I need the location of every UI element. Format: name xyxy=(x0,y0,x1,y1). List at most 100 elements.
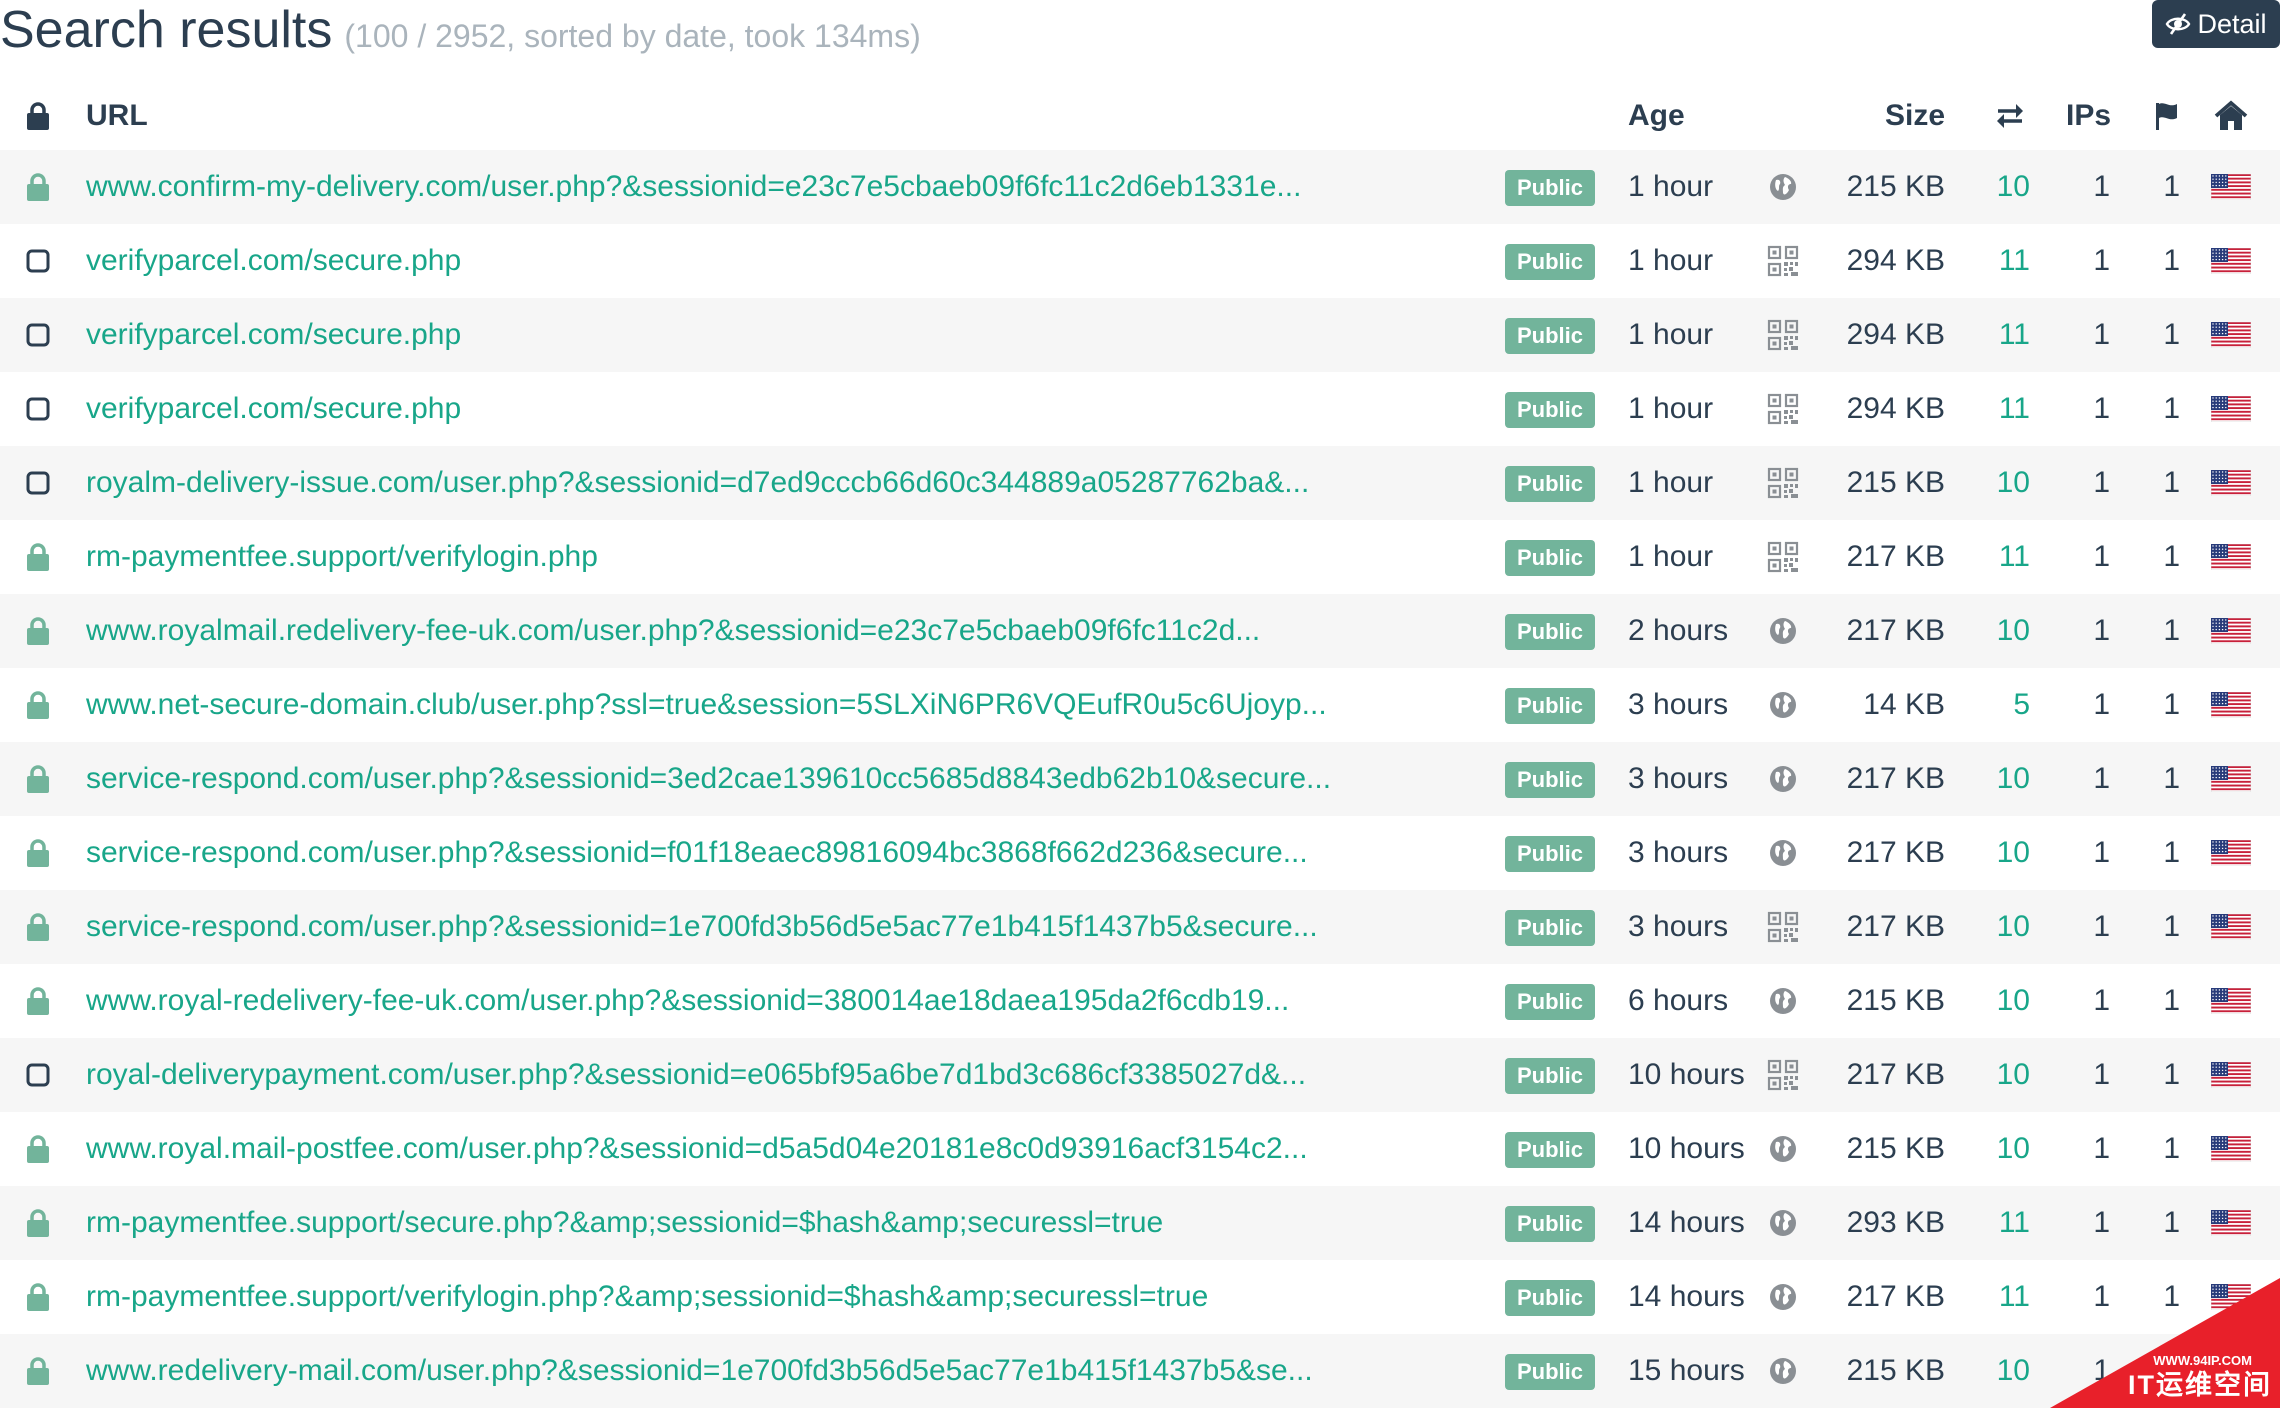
requests-link[interactable]: 10 xyxy=(1960,964,2030,1038)
detail-button[interactable]: Detail xyxy=(2152,0,2280,48)
globe-icon xyxy=(1762,964,1804,1038)
col-url[interactable]: URL xyxy=(86,88,148,144)
age-value: 15 hours xyxy=(1628,1354,1745,1387)
age-value: 14 hours xyxy=(1628,1280,1745,1313)
requests-link[interactable]: 11 xyxy=(1960,224,2030,298)
table-row[interactable]: royalm-delivery-issue.com/user.php?&sess… xyxy=(0,446,2280,520)
table-row[interactable]: verifyparcel.com/secure.php Public 1 hour 2… xyxy=(0,372,2280,446)
result-url-link[interactable]: verifyparcel.com/secure.php xyxy=(86,224,1486,298)
requests-link[interactable]: 10 xyxy=(1960,150,2030,224)
lock-icon xyxy=(18,150,58,224)
result-url-link[interactable]: service-respond.com/user.php?&sessionid=… xyxy=(86,816,1486,890)
table-row[interactable]: www.net-secure-domain.club/user.php?ssl=… xyxy=(0,668,2280,742)
requests-link[interactable]: 10 xyxy=(1960,1334,2030,1408)
lock-icon xyxy=(18,520,58,594)
age-value: 1 hour xyxy=(1628,318,1714,351)
requests-link[interactable]: 10 xyxy=(1960,446,2030,520)
table-row[interactable]: rm-paymentfee.support/verifylogin.php?&a… xyxy=(0,1260,2280,1334)
result-url-link[interactable]: rm-paymentfee.support/secure.php?&amp;se… xyxy=(86,1186,1486,1260)
checkbox-icon xyxy=(18,298,58,372)
result-url-link[interactable]: www.royal.mail-postfee.com/user.php?&ses… xyxy=(86,1112,1486,1186)
exchange-icon[interactable] xyxy=(1990,88,2030,144)
lock-header-icon xyxy=(18,88,58,144)
requests-link[interactable]: 11 xyxy=(1960,1260,2030,1334)
us-flag-icon xyxy=(2210,298,2252,372)
visibility-badge: Public xyxy=(1505,762,1595,798)
requests-link[interactable]: 10 xyxy=(1960,742,2030,816)
size-value: 217 KB xyxy=(1846,910,1945,943)
flag-header-icon[interactable] xyxy=(2148,88,2184,144)
lock-icon xyxy=(18,1334,58,1408)
ips-value: 1 xyxy=(2093,244,2110,277)
us-flag-icon xyxy=(2210,372,2252,446)
table-row[interactable]: verifyparcel.com/secure.php Public 1 hour 2… xyxy=(0,224,2280,298)
age-value: 14 hours xyxy=(1628,1206,1745,1239)
requests-link[interactable]: 5 xyxy=(1960,668,2030,742)
ips-value: 1 xyxy=(2093,170,2110,203)
size-value: 217 KB xyxy=(1846,1280,1945,1313)
requests-link[interactable]: 10 xyxy=(1960,1038,2030,1112)
result-url-link[interactable]: www.royalmail.redelivery-fee-uk.com/user… xyxy=(86,594,1486,668)
ips-value: 1 xyxy=(2093,910,2110,943)
table-row[interactable]: royal-deliverypayment.com/user.php?&sess… xyxy=(0,1038,2280,1112)
table-row[interactable]: www.redelivery-mail.com/user.php?&sessio… xyxy=(0,1334,2280,1408)
result-url-link[interactable]: www.confirm-my-delivery.com/user.php?&se… xyxy=(86,150,1486,224)
result-url-link[interactable]: www.royal-redelivery-fee-uk.com/user.php… xyxy=(86,964,1486,1038)
col-ips[interactable]: IPs xyxy=(2066,88,2111,144)
result-url-link[interactable]: verifyparcel.com/secure.php xyxy=(86,372,1486,446)
requests-link[interactable]: 10 xyxy=(1960,890,2030,964)
ips-value: 1 xyxy=(2093,1058,2110,1091)
home-icon[interactable] xyxy=(2210,88,2252,144)
eye-slash-icon xyxy=(2166,13,2191,35)
qr-code-icon xyxy=(1762,446,1804,520)
size-value: 215 KB xyxy=(1846,466,1945,499)
table-row[interactable]: www.royal.mail-postfee.com/user.php?&ses… xyxy=(0,1112,2280,1186)
result-url-link[interactable]: service-respond.com/user.php?&sessionid=… xyxy=(86,742,1486,816)
result-url-link[interactable]: service-respond.com/user.php?&sessionid=… xyxy=(86,890,1486,964)
table-row[interactable]: service-respond.com/user.php?&sessionid=… xyxy=(0,816,2280,890)
requests-link[interactable]: 11 xyxy=(1960,372,2030,446)
requests-link[interactable]: 10 xyxy=(1960,816,2030,890)
table-row[interactable]: rm-paymentfee.support/verifylogin.php Pub… xyxy=(0,520,2280,594)
us-flag-icon xyxy=(2210,150,2252,224)
result-url-link[interactable]: www.net-secure-domain.club/user.php?ssl=… xyxy=(86,668,1486,742)
us-flag-icon xyxy=(2210,224,2252,298)
lock-icon xyxy=(18,964,58,1038)
table-row[interactable]: service-respond.com/user.php?&sessionid=… xyxy=(0,890,2280,964)
requests-link[interactable]: 11 xyxy=(1960,298,2030,372)
qr-code-icon xyxy=(1762,298,1804,372)
age-value: 3 hours xyxy=(1628,836,1729,869)
table-row[interactable]: verifyparcel.com/secure.php Public 1 hour 2… xyxy=(0,298,2280,372)
us-flag-icon xyxy=(2210,446,2252,520)
requests-link[interactable]: 10 xyxy=(1960,594,2030,668)
us-flag-icon xyxy=(2210,668,2252,742)
page-title-bar: Search results (100 / 2952, sorted by dat… xyxy=(0,0,921,60)
table-row[interactable]: www.royal-redelivery-fee-uk.com/user.php… xyxy=(0,964,2280,1038)
results-table: www.confirm-my-delivery.com/user.php?&se… xyxy=(0,150,2280,1408)
globe-icon xyxy=(1762,1260,1804,1334)
col-age[interactable]: Age xyxy=(1628,88,1685,144)
result-url-link[interactable]: rm-paymentfee.support/verifylogin.php xyxy=(86,520,1486,594)
age-value: 1 hour xyxy=(1628,244,1714,277)
table-row[interactable]: www.confirm-my-delivery.com/user.php?&se… xyxy=(0,150,2280,224)
qr-code-icon xyxy=(1762,520,1804,594)
requests-link[interactable]: 11 xyxy=(1960,520,2030,594)
table-row[interactable]: service-respond.com/user.php?&sessionid=… xyxy=(0,742,2280,816)
result-url-link[interactable]: royal-deliverypayment.com/user.php?&sess… xyxy=(86,1038,1486,1112)
requests-link[interactable]: 10 xyxy=(1960,1112,2030,1186)
size-value: 215 KB xyxy=(1846,984,1945,1017)
result-url-link[interactable]: royalm-delivery-issue.com/user.php?&sess… xyxy=(86,446,1486,520)
table-row[interactable]: rm-paymentfee.support/secure.php?&amp;se… xyxy=(0,1186,2280,1260)
requests-link[interactable]: 11 xyxy=(1960,1186,2030,1260)
age-value: 1 hour xyxy=(1628,170,1714,203)
page-title: Search results xyxy=(0,1,333,59)
qr-code-icon xyxy=(1762,372,1804,446)
visibility-badge: Public xyxy=(1505,1354,1595,1390)
us-flag-icon xyxy=(2210,964,2252,1038)
table-row[interactable]: www.royalmail.redelivery-fee-uk.com/user… xyxy=(0,594,2280,668)
result-url-link[interactable]: rm-paymentfee.support/verifylogin.php?&a… xyxy=(86,1260,1486,1334)
countries-value: 1 xyxy=(2163,1058,2180,1091)
col-size[interactable]: Size xyxy=(1820,88,1945,144)
result-url-link[interactable]: www.redelivery-mail.com/user.php?&sessio… xyxy=(86,1334,1486,1408)
result-url-link[interactable]: verifyparcel.com/secure.php xyxy=(86,298,1486,372)
